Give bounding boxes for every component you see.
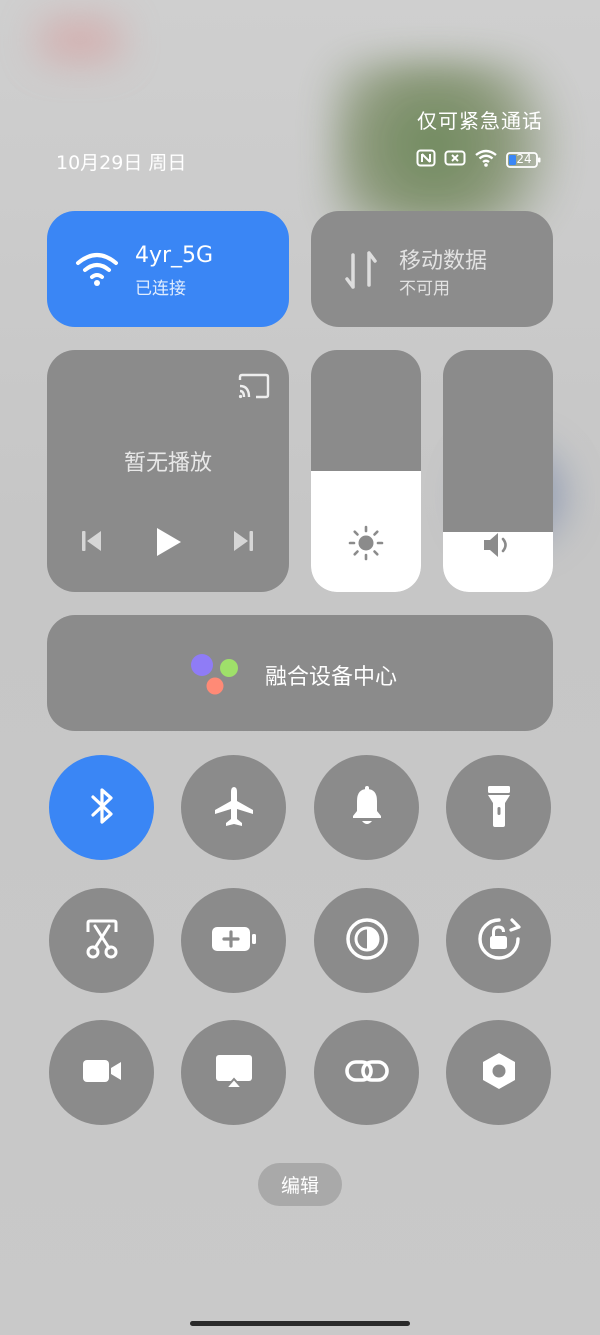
edit-button[interactable]: 编辑 xyxy=(258,1163,342,1206)
previous-track-icon[interactable] xyxy=(80,528,104,558)
dark-mode-toggle[interactable] xyxy=(314,888,419,993)
bluetooth-toggle[interactable] xyxy=(49,755,154,860)
brightness-icon xyxy=(311,524,421,562)
battery-level: 24 xyxy=(516,152,532,166)
media-player-tile[interactable]: 暂无播放 xyxy=(47,350,289,592)
settings-hex-icon xyxy=(479,1050,519,1096)
screenshot-toggle[interactable] xyxy=(49,888,154,993)
rotation-lock-icon xyxy=(476,916,522,966)
media-status: 暂无播放 xyxy=(123,451,212,476)
screen-record-toggle[interactable] xyxy=(49,1020,154,1125)
screen-record-icon xyxy=(80,1056,124,1090)
home-indicator[interactable] xyxy=(190,1321,410,1326)
volume-icon xyxy=(443,530,553,560)
bluetooth-icon xyxy=(85,786,119,830)
bell-icon xyxy=(348,785,386,831)
status-icons: 24 xyxy=(416,149,542,171)
screen-cast-toggle[interactable] xyxy=(181,1020,286,1125)
background-blob xyxy=(40,20,120,60)
brightness-slider[interactable] xyxy=(311,350,421,592)
screen-cast-icon xyxy=(214,1052,254,1094)
no-sim-icon xyxy=(444,150,466,170)
wifi-status-icon xyxy=(474,149,498,171)
wifi-icon xyxy=(75,251,119,291)
nfc-icon xyxy=(416,149,436,171)
background-thumbnail xyxy=(330,60,590,230)
mobile-data-name: 移动数据 xyxy=(399,249,488,274)
mobile-data-status: 不可用 xyxy=(399,279,450,299)
play-icon[interactable] xyxy=(153,526,183,562)
cast-icon[interactable] xyxy=(237,372,271,404)
fusion-logo-icon xyxy=(187,651,239,699)
flashlight-icon xyxy=(484,783,514,833)
mobile-data-tile[interactable]: 移动数据 不可用 xyxy=(311,211,553,327)
emergency-call-text: 仅可紧急通话 xyxy=(417,109,543,133)
screenshot-icon xyxy=(82,918,122,964)
battery-saver-icon xyxy=(210,924,258,958)
battery-saver-toggle[interactable] xyxy=(181,888,286,993)
sound-mode-toggle[interactable] xyxy=(314,755,419,860)
settings-shortcut-toggle[interactable] xyxy=(446,1020,551,1125)
date-label: 10月29日 周日 xyxy=(56,152,187,174)
link-icon xyxy=(344,1054,390,1092)
link-toggle[interactable] xyxy=(314,1020,419,1125)
flashlight-toggle[interactable] xyxy=(446,755,551,860)
volume-slider[interactable] xyxy=(443,350,553,592)
airplane-mode-toggle[interactable] xyxy=(181,755,286,860)
wifi-status: 已连接 xyxy=(135,279,186,299)
wifi-tile[interactable]: 4yr_5G 已连接 xyxy=(47,211,289,327)
rotation-lock-toggle[interactable] xyxy=(446,888,551,993)
wifi-name: 4yr_5G xyxy=(135,243,214,268)
mobile-data-icon xyxy=(343,249,379,295)
fusion-device-center-tile[interactable]: 融合设备中心 xyxy=(47,615,553,731)
dark-mode-icon xyxy=(344,916,390,966)
airplane-icon xyxy=(212,784,256,832)
next-track-icon[interactable] xyxy=(231,528,255,558)
fusion-device-center-label: 融合设备中心 xyxy=(265,665,398,690)
battery-icon: 24 xyxy=(506,151,542,169)
